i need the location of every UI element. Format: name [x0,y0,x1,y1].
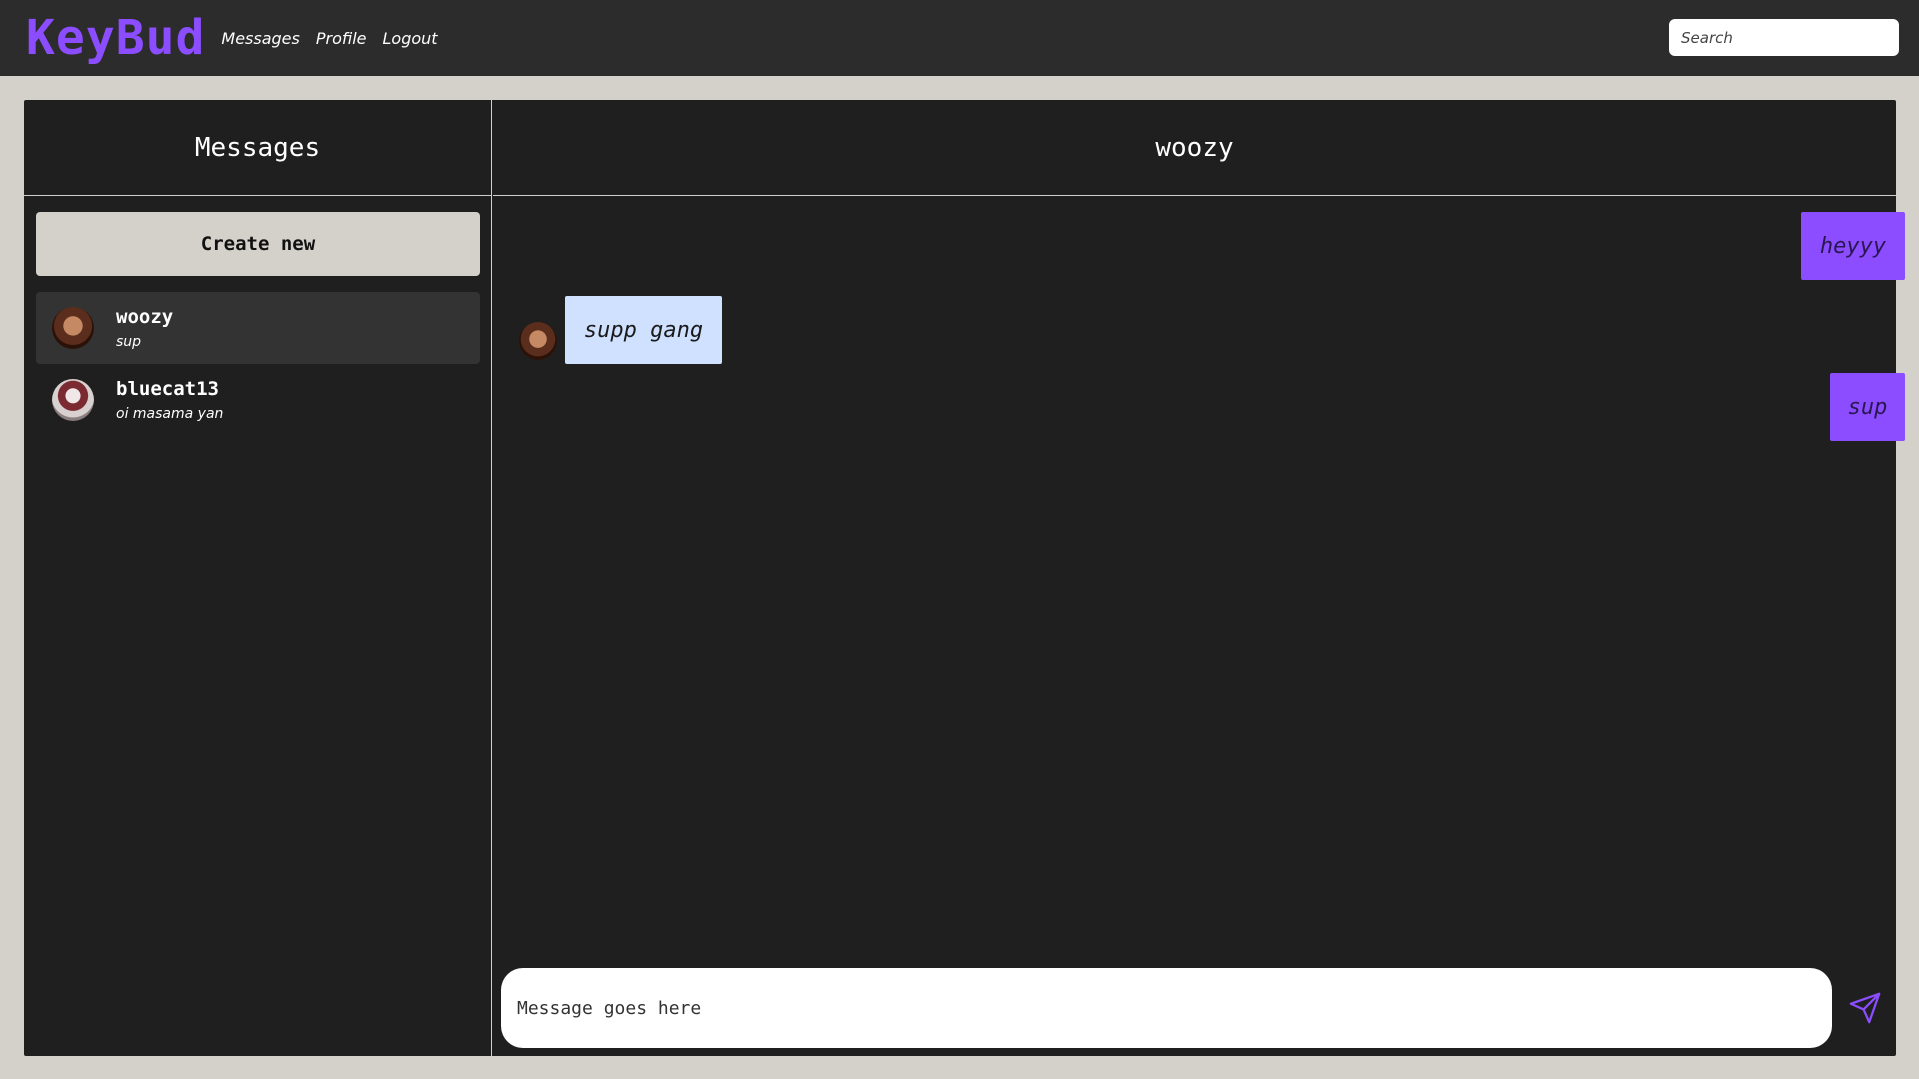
sidebar-title: Messages [24,100,491,196]
nav-link-messages[interactable]: Messages [221,29,299,48]
message-bubble-incoming: supp gang [565,296,722,364]
conversation-preview: oi masama yan [116,406,224,422]
brand-logo[interactable]: KeyBud [26,10,205,66]
conversation-list: woozy sup bluecat13 oi masama yan [36,292,480,436]
conversation-preview: sup [116,334,142,350]
send-icon [1849,992,1881,1024]
woozy-avatar [519,322,557,360]
conversation-item-woozy[interactable]: woozy sup [36,292,480,364]
search-input[interactable] [1669,19,1899,56]
conversation-name: woozy [116,306,174,328]
message-bubble-outgoing: sup [1830,373,1905,441]
message-input[interactable] [501,968,1832,1048]
conversation-sidebar: Messages Create new woozy sup bluecat13 … [24,100,492,1056]
create-new-button[interactable]: Create new [36,212,480,276]
woozy-avatar [52,307,94,349]
conversation-name: bluecat13 [116,378,219,400]
send-button[interactable] [1843,986,1887,1030]
conversation-item-bluecat13[interactable]: bluecat13 oi masama yan [36,364,480,436]
chat-area: woozy heyyy supp gang sup [493,100,1905,1056]
message-bubble-outgoing: heyyy [1801,212,1905,280]
chat-title: woozy [493,100,1896,196]
top-navbar: KeyBud Messages Profile Logout [0,0,1919,76]
nav-link-profile[interactable]: Profile [316,29,367,48]
nav-links: Messages Profile Logout [221,29,437,48]
nav-link-logout[interactable]: Logout [383,29,438,48]
messages-panel: Messages Create new woozy sup bluecat13 … [24,100,1905,1056]
bluecat13-avatar [52,379,94,421]
